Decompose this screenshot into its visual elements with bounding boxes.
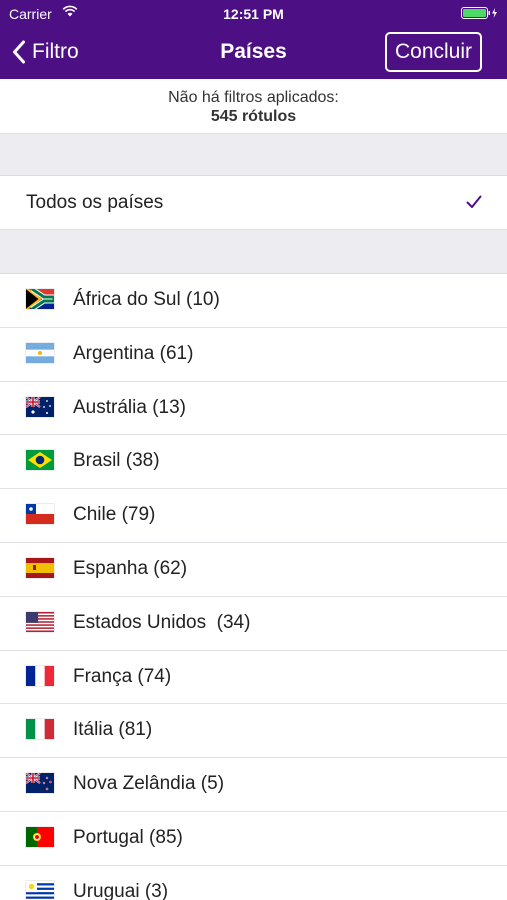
- checkmark-icon: [466, 195, 482, 208]
- country-row-usa[interactable]: Estados Unidos (34): [0, 596, 507, 651]
- country-label: França (74): [73, 665, 172, 687]
- filter-summary: Não há filtros aplicados: 545 rótulos: [0, 79, 507, 133]
- country-row-new-zealand[interactable]: Nova Zelândia (5): [0, 758, 507, 812]
- label-count: 545 rótulos: [210, 108, 297, 125]
- uruguay-flag-icon: [26, 880, 54, 900]
- country-label: África do Sul (10): [73, 289, 220, 310]
- country-row-chile[interactable]: Chile (79): [0, 489, 507, 543]
- country-row-australia[interactable]: Austrália (13): [0, 381, 507, 436]
- france-flag-icon: [26, 665, 54, 686]
- country-label: Argentina (61): [73, 342, 194, 364]
- australia-flag-icon: [26, 396, 54, 417]
- country-row-argentina[interactable]: Argentina (61): [0, 327, 507, 382]
- filter-status-text: Não há filtros aplicados:: [168, 89, 339, 106]
- country-label: Nova Zelândia (5): [73, 773, 225, 795]
- brazil-flag-icon: [26, 450, 54, 471]
- country-row-france[interactable]: França (74): [0, 650, 507, 705]
- argentina-flag-icon: [26, 342, 54, 363]
- new-zealand-flag-icon: [26, 773, 54, 794]
- navigation-bar: Filtro Países Concluir: [0, 28, 507, 79]
- battery-icon: [461, 7, 497, 19]
- done-button[interactable]: Concluir: [384, 32, 482, 72]
- country-list: África do Sul (10) Argentina (61) Austrá…: [0, 274, 507, 900]
- chile-flag-icon: [26, 504, 54, 525]
- portugal-flag-icon: [26, 826, 54, 847]
- all-countries-label: Todos os países: [26, 192, 164, 213]
- section-separator: [0, 133, 507, 176]
- country-label: Portugal (85): [73, 826, 183, 848]
- country-label: Espanha (62): [73, 557, 188, 579]
- all-countries-row[interactable]: Todos os países: [0, 176, 507, 229]
- country-label: Estados Unidos (34): [73, 611, 251, 633]
- usa-flag-icon: [26, 611, 54, 632]
- italy-flag-icon: [26, 719, 54, 740]
- country-row-uruguay[interactable]: Uruguai (3): [0, 865, 507, 900]
- country-row-italy[interactable]: Itália (81): [0, 704, 507, 759]
- country-row-portugal[interactable]: Portugal (85): [0, 811, 507, 866]
- country-row-south-africa[interactable]: África do Sul (10): [0, 274, 507, 328]
- header: Carrier 12:51 PM Filtro Países Concluir: [0, 0, 507, 79]
- country-row-spain[interactable]: Espanha (62): [0, 542, 507, 597]
- country-label: Brasil (38): [73, 450, 160, 472]
- status-bar: Carrier 12:51 PM: [0, 0, 507, 28]
- clock: 12:51 PM: [223, 6, 284, 22]
- country-label: Chile (79): [73, 504, 156, 526]
- spain-flag-icon: [26, 557, 54, 578]
- section-separator: [0, 229, 507, 274]
- country-label: Itália (81): [73, 719, 153, 741]
- south-africa-flag-icon: [26, 289, 54, 309]
- country-label: Uruguai (3): [73, 880, 169, 900]
- country-label: Austrália (13): [73, 396, 186, 418]
- country-row-brazil[interactable]: Brasil (38): [0, 435, 507, 490]
